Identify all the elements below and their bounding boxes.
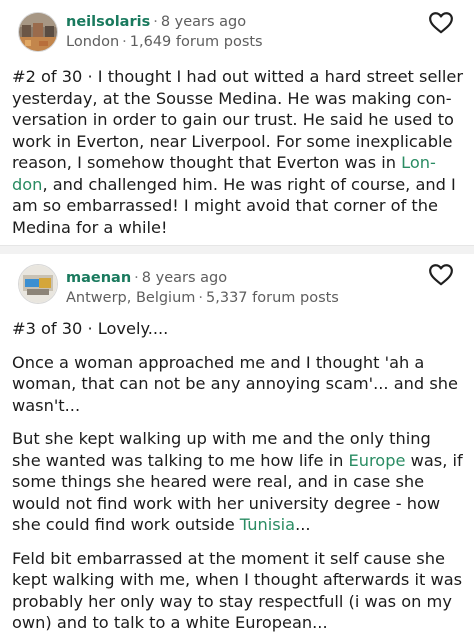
post-paragraph: #3 of 30 · Lovely.... <box>12 319 169 338</box>
heart-icon[interactable] <box>428 262 454 288</box>
user-avatar[interactable] <box>18 12 58 52</box>
separator-dot: · <box>198 290 204 306</box>
username-link[interactable]: maenan <box>66 270 131 286</box>
tunisia-link[interactable]: Tunisia <box>240 515 295 534</box>
post-body: #2 of 30 · I thought I had out witted a … <box>12 62 464 238</box>
post-number: #3 of 30 <box>12 319 83 338</box>
post-date: 8 years ago <box>160 14 247 30</box>
separator-dot: · <box>122 34 127 50</box>
user-location: London <box>66 34 120 50</box>
post-paragraph: Feld bit embarrassed at the moment it se… <box>12 548 463 633</box>
forum-post-count: 1,649 forum posts <box>129 34 263 50</box>
post-divider <box>0 245 474 254</box>
forum-post: neilsolaris · 8 years ago London · 1,649 for… <box>0 0 474 245</box>
post-text: ... <box>295 515 311 534</box>
separator-dot: · <box>134 270 139 286</box>
europe-link[interactable]: Europe <box>349 451 406 470</box>
user-location: Antwerp, Belgium <box>66 290 196 306</box>
forum-post: maenan · 8 years ago Antwerp, Belgium · 5,33… <box>0 254 474 634</box>
post-meta: maenan · 8 years ago Antwerp, Belgium · 5,33… <box>66 268 339 308</box>
post-header: maenan · 8 years ago Antwerp, Belgium · 5,33… <box>12 254 464 310</box>
user-avatar[interactable] <box>18 264 58 304</box>
post-paragraph: Once a woman approached me and I thought… <box>12 352 458 415</box>
post-body: #3 of 30 · Lovely.... Once a woman appro… <box>12 310 464 634</box>
post-date: 8 years ago <box>141 270 228 286</box>
separator-dot: · <box>153 14 158 30</box>
forum-post-count: 5,337 forum posts <box>206 290 339 306</box>
avatar-image <box>19 265 57 303</box>
heart-icon[interactable] <box>428 10 454 36</box>
post-paragraph: But she kept walking up with me and the … <box>12 428 464 536</box>
post-number: #2 of 30 <box>12 67 83 86</box>
post-paragraph: #2 of 30 · I thought I had out witted a … <box>12 67 464 237</box>
post-header: neilsolaris · 8 years ago London · 1,649 for… <box>12 0 464 62</box>
username-link[interactable]: neilsolaris <box>66 14 150 30</box>
post-text: , and challenged him. He was right of co… <box>12 174 456 237</box>
post-text: Lovely.... <box>97 319 169 338</box>
post-meta: neilsolaris · 8 years ago London · 1,649 for… <box>66 12 263 52</box>
avatar-image <box>19 13 57 51</box>
